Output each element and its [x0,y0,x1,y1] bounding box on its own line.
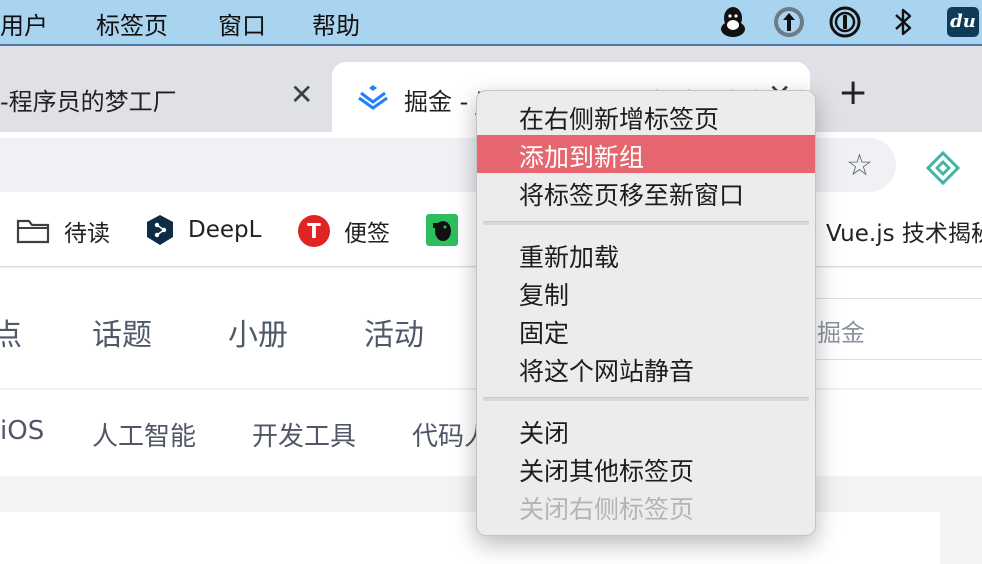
macos-menubar: 用户 标签页 窗口 帮助 du [0,0,982,46]
category-ios[interactable]: iOS [0,416,44,446]
bookmark-item[interactable]: T 便签 [298,214,390,248]
upload-arrow-icon[interactable] [772,5,806,39]
menu-item-close-other-tabs[interactable]: 关闭其他标签页 [477,449,815,487]
menu-separator [483,397,809,401]
bookmark-label: DeepL [188,217,262,243]
menu-item-label: 关闭 [519,419,570,448]
t-note-letter: T [298,215,330,247]
extension-diamond-icon[interactable] [925,150,961,189]
menu-help[interactable]: 帮助 [312,6,360,41]
tab-inactive[interactable]: -程序员的梦工厂 ✕ [0,62,330,130]
menu-item-label: 在右侧新增标签页 [519,105,720,134]
bookmark-star-icon[interactable]: ☆ [846,148,873,183]
tab-context-menu: 在右侧新增标签页 添加到新组 将标签页移至新窗口 重新加载 复制 固定 将这个网… [476,90,816,536]
t-note-icon: T [298,215,330,247]
menu-item-reload[interactable]: 重新加载 [477,235,815,273]
nav-item-events[interactable]: 活动 [364,310,424,354]
du-app-label: du [947,7,979,37]
evernote-icon [426,214,458,246]
bookmark-item[interactable]: Vue.js 技术揭秘 [826,214,982,248]
nav-item-booklets[interactable]: 小册 [228,310,288,354]
menu-item-label: 关闭右侧标签页 [519,495,695,524]
folder-icon [16,217,50,245]
tab-title: -程序员的梦工厂 [0,88,177,116]
du-app-icon[interactable]: du [946,5,980,39]
bookmark-label: Vue.js 技术揭秘 [826,221,982,247]
tab-close-icon[interactable]: ✕ [290,78,313,111]
menu-item-pin[interactable]: 固定 [477,311,815,349]
bookmark-item[interactable] [426,214,472,246]
onepassword-icon[interactable] [828,5,862,39]
site-search-input[interactable]: 掘金 [790,298,982,360]
qq-penguin-icon[interactable] [716,5,750,39]
menu-tabs[interactable]: 标签页 [96,6,168,41]
menu-item-close[interactable]: 关闭 [477,411,815,449]
nav-item[interactable]: 点 [0,310,22,354]
bluetooth-icon[interactable] [886,5,920,39]
category-devtools[interactable]: 开发工具 [252,416,356,453]
menu-item-close-tabs-right: 关闭右侧标签页 [477,487,815,525]
search-placeholder: 掘金 [817,319,865,347]
menu-item-new-tab-right[interactable]: 在右侧新增标签页 [477,97,815,135]
menu-item-label: 关闭其他标签页 [519,457,695,486]
menu-user[interactable]: 用户 [0,6,48,41]
menu-item-label: 将这个网站静音 [519,357,695,386]
menu-item-label: 重新加载 [519,243,620,272]
bookmark-item[interactable]: DeepL [146,214,261,246]
bookmark-label: 待读 [64,221,110,247]
nav-item-topics[interactable]: 话题 [92,310,152,354]
bookmark-item[interactable]: 待读 [16,214,110,248]
menu-item-label: 固定 [519,319,570,348]
menu-item-label: 添加到新组 [519,143,645,172]
deepl-icon [146,214,174,246]
juejin-favicon-icon [358,82,388,114]
new-tab-button[interactable]: + [838,72,868,113]
menu-item-duplicate[interactable]: 复制 [477,273,815,311]
menu-item-add-to-new-group[interactable]: 添加到新组 [477,135,815,173]
menu-item-label: 将标签页移至新窗口 [519,181,745,210]
menu-item-move-to-new-window[interactable]: 将标签页移至新窗口 [477,173,815,211]
menu-item-label: 复制 [519,281,570,310]
menu-item-mute-site[interactable]: 将这个网站静音 [477,349,815,387]
menu-window[interactable]: 窗口 [218,6,266,41]
category-ai[interactable]: 人工智能 [92,416,196,453]
bookmark-label: 便签 [344,221,390,247]
menu-separator [483,221,809,225]
